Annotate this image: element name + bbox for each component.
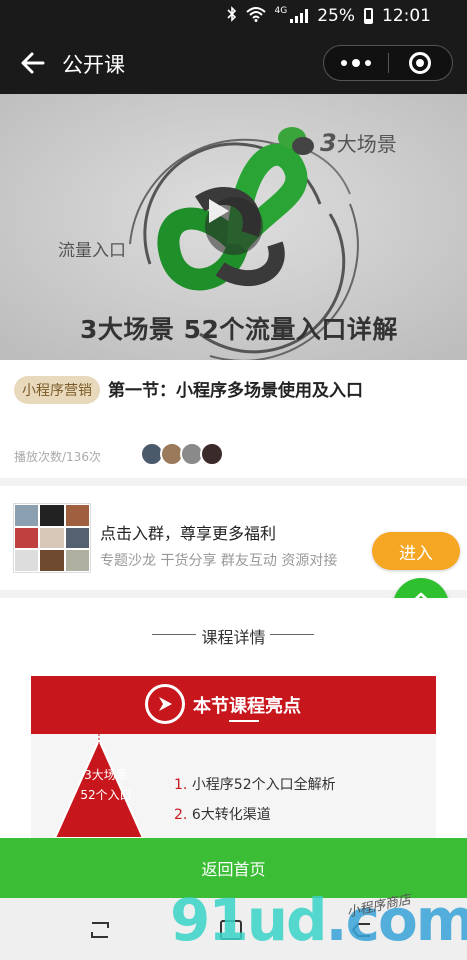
miniprogram-capsule (323, 45, 453, 81)
play-count: 播放次数/136次 (14, 450, 101, 464)
page-title: 公开课 (62, 53, 125, 77)
network-type-label: 4G (274, 5, 288, 16)
clock: 12:01 (382, 6, 431, 26)
banner-headline: 3大场景 52个流量入口详解 (80, 315, 398, 344)
banner-scene-label: 3大场景 (320, 128, 397, 157)
highlight-number: 2. (174, 807, 188, 823)
triangle-label-2: 52个入口 (80, 788, 132, 802)
recents-icon[interactable] (88, 920, 112, 944)
banner-scene-number: 3 (320, 129, 337, 157)
group-subtitle: 专题沙龙 干货分享 群友互动 资源对接 (100, 553, 338, 569)
viewer-avatars (140, 442, 224, 466)
join-button[interactable]: 进入 (372, 532, 460, 570)
wifi-icon (245, 6, 266, 27)
highlight-text: 小程序52个入口全解析 (191, 777, 336, 793)
battery-icon (364, 8, 373, 24)
back-arrow-icon[interactable] (18, 48, 48, 78)
avatar (200, 442, 224, 466)
highlights-title: 本节课程亮点 (193, 696, 301, 717)
signal-icon (290, 9, 309, 23)
page: 4G 25% 12:01 公开课 3大场景 流量入口 3大场景 52个流量入口详… (0, 0, 467, 960)
nav-bar: 公开课 (0, 32, 467, 94)
highlight-item: 2. 6大转化渠道 (174, 804, 271, 824)
category-tag: 小程序营销 (14, 376, 100, 404)
watermark-logo: 91ud.com (170, 886, 467, 954)
watermark-brand: 91ud (170, 886, 328, 954)
group-title: 点击入群，尊享更多福利 (100, 524, 277, 543)
play-circle-icon (145, 684, 185, 724)
status-bar: 4G 25% 12:01 (0, 0, 467, 32)
play-button-icon[interactable] (205, 197, 263, 255)
highlights-body: 3大场景 52个入口 1. 小程序52个入口全解析 2. 6大转化渠道 (31, 734, 436, 838)
highlight-text: 6大转化渠道 (191, 807, 271, 823)
more-dots-icon[interactable] (324, 46, 388, 80)
highlight-number: 1. (174, 777, 188, 793)
course-banner[interactable]: 3大场景 流量入口 3大场景 52个流量入口详解 (0, 94, 467, 360)
close-target-icon[interactable] (389, 46, 453, 80)
highlights-banner: 本节课程亮点 (31, 676, 436, 734)
bluetooth-icon (226, 5, 237, 27)
details-header: 课程详情 (201, 628, 266, 647)
group-thumbnail (13, 503, 91, 573)
banner-entry-label: 流量入口 (58, 241, 126, 261)
highlight-item: 1. 小程序52个入口全解析 (174, 774, 336, 794)
banner-scene-text: 大场景 (336, 132, 397, 156)
battery-percent: 25% (317, 6, 355, 26)
course-info: 第一节：小程序多场景使用及入口 小程序营销 播放次数/136次 (0, 360, 467, 478)
course-details: 课程详情 本节课程亮点 3大场景 52个入口 1. 小程序52个入口全解析 2.… (0, 598, 467, 838)
triangle-label-1: 3大场景 (84, 768, 128, 782)
